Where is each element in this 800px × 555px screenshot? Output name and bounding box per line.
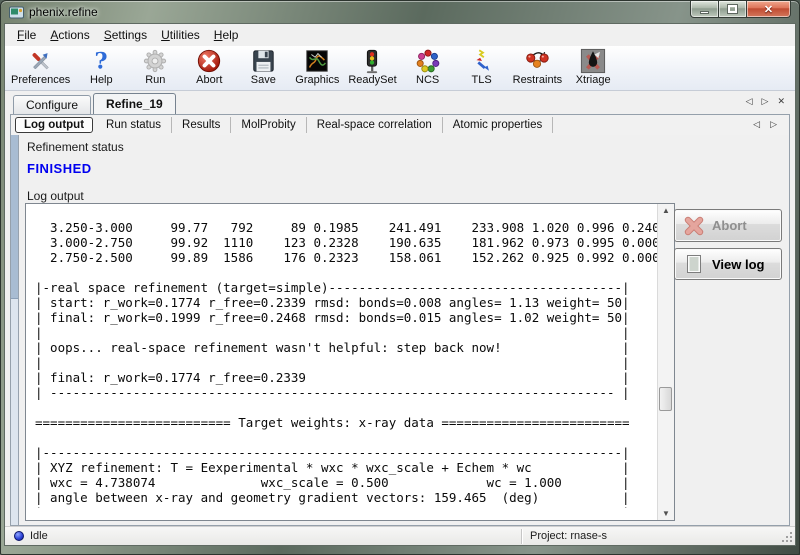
menu-actions[interactable]: Actions bbox=[43, 26, 96, 44]
subtab-real-space-correlation[interactable]: Real-space correlation bbox=[307, 117, 443, 133]
menu-settings[interactable]: Settings bbox=[97, 26, 154, 44]
log-scrollbar-thumb[interactable] bbox=[659, 387, 672, 411]
maximize-icon bbox=[728, 5, 737, 13]
view-log-button-label: View log bbox=[712, 257, 765, 272]
subtab-atomic-properties[interactable]: Atomic properties bbox=[443, 117, 553, 133]
panel-scrollbar-thumb[interactable] bbox=[11, 135, 18, 299]
toolbar-run-label: Run bbox=[145, 74, 165, 86]
toolbar-ncs-button[interactable]: NCS bbox=[401, 48, 455, 86]
scroll-down-icon[interactable]: ▼ bbox=[658, 509, 674, 518]
save-floppy-icon bbox=[250, 48, 276, 74]
readyset-traffic-light-icon bbox=[359, 48, 385, 74]
subtab-run-status[interactable]: Run status bbox=[96, 117, 172, 133]
toolbar-graphics-button[interactable]: Graphics bbox=[290, 48, 344, 86]
svg-text:?: ? bbox=[95, 48, 108, 74]
project-text: Project: rnase-s bbox=[523, 530, 795, 542]
tls-molecule-icon bbox=[469, 48, 495, 74]
run-gear-icon bbox=[142, 48, 168, 74]
close-button[interactable]: ✕ bbox=[746, 1, 791, 18]
log-output-panel: Refinement status FINISHED Log output 3.… bbox=[11, 135, 789, 525]
menu-help[interactable]: Help bbox=[207, 26, 246, 44]
xtriage-drop-icon bbox=[580, 48, 606, 74]
scroll-up-icon[interactable]: ▲ bbox=[658, 206, 674, 215]
toolbar-help-button[interactable]: ?Help bbox=[74, 48, 128, 86]
toolbar-abort-button[interactable]: Abort bbox=[182, 48, 236, 86]
help-question-icon: ? bbox=[88, 48, 114, 74]
abort-red-x-icon bbox=[196, 48, 222, 74]
menu-utilities[interactable]: Utilities bbox=[154, 26, 207, 44]
title-bar[interactable]: phenix.refine ✕ bbox=[1, 1, 799, 23]
toolbar-save-label: Save bbox=[251, 74, 276, 86]
panel-scrollbar[interactable] bbox=[11, 135, 19, 525]
minimize-icon bbox=[700, 11, 709, 14]
resize-grip[interactable] bbox=[782, 532, 792, 542]
minimize-button[interactable] bbox=[690, 1, 719, 18]
toolbar-xtriage-label: Xtriage bbox=[576, 74, 611, 86]
toolbar-abort-label: Abort bbox=[196, 74, 222, 86]
phenix-refine-window: phenix.refine ✕ FileActionsSettingsUtili… bbox=[0, 0, 800, 555]
window-client-area: FileActionsSettingsUtilitiesHelp Prefere… bbox=[4, 23, 796, 546]
subtab-results[interactable]: Results bbox=[172, 117, 231, 133]
status-text: Idle bbox=[30, 530, 48, 542]
toolbar-preferences-label: Preferences bbox=[11, 74, 70, 86]
toolbar-readyset-button[interactable]: ReadySet bbox=[344, 48, 400, 86]
close-icon: ✕ bbox=[764, 3, 773, 16]
subtab-scroll-right-icon[interactable]: ▷ bbox=[770, 119, 777, 130]
toolbar-tls-label: TLS bbox=[472, 74, 492, 86]
ncs-ring-icon bbox=[415, 48, 441, 74]
document-list-icon bbox=[684, 254, 704, 274]
menu-file[interactable]: File bbox=[10, 26, 43, 44]
tab-refine-19[interactable]: Refine_19 bbox=[93, 93, 176, 114]
toolbar-preferences-button[interactable]: Preferences bbox=[7, 48, 74, 86]
menu-bar: FileActionsSettingsUtilitiesHelp bbox=[5, 24, 795, 46]
abort-side-button[interactable]: Abort bbox=[674, 209, 782, 242]
window-title: phenix.refine bbox=[29, 5, 98, 19]
tab-close-icon[interactable]: ✕ bbox=[777, 96, 785, 107]
refine-19-page: Log outputRun statusResultsMolProbityRea… bbox=[10, 114, 790, 526]
restraints-atoms-icon bbox=[524, 48, 550, 74]
main-tab-bar: ConfigureRefine_19 ◁ ▷ ✕ bbox=[5, 93, 795, 114]
toolbar: Preferences?HelpRunAbortSaveGraphicsRead… bbox=[5, 46, 795, 91]
subtab-molprobity[interactable]: MolProbity bbox=[231, 117, 306, 133]
view-log-button[interactable]: View log bbox=[674, 248, 782, 280]
log-output-label: Log output bbox=[27, 189, 84, 203]
refinement-status-label: Refinement status bbox=[27, 140, 124, 154]
toolbar-run-button[interactable]: Run bbox=[128, 48, 182, 86]
tab-scroll-left-icon[interactable]: ◁ bbox=[746, 96, 753, 107]
preferences-tools-icon bbox=[28, 48, 54, 74]
subtab-scroll-left-icon[interactable]: ◁ bbox=[753, 119, 760, 130]
toolbar-restraints-label: Restraints bbox=[513, 74, 563, 86]
toolbar-help-label: Help bbox=[90, 74, 113, 86]
toolbar-restraints-button[interactable]: Restraints bbox=[509, 48, 567, 86]
toolbar-save-button[interactable]: Save bbox=[236, 48, 290, 86]
sub-tab-bar: Log outputRun statusResultsMolProbityRea… bbox=[11, 115, 789, 135]
refinement-status-value: FINISHED bbox=[27, 161, 92, 176]
toolbar-readyset-label: ReadySet bbox=[348, 74, 396, 86]
app-icon bbox=[9, 6, 24, 19]
log-output-text[interactable]: 3.250-3.000 99.77 792 89 0.1985 241.491 … bbox=[26, 217, 657, 508]
log-output-box: 3.250-3.000 99.77 792 89 0.1985 241.491 … bbox=[25, 203, 675, 521]
toolbar-ncs-label: NCS bbox=[416, 74, 439, 86]
status-bar: Idle Project: rnase-s bbox=[5, 526, 795, 545]
abort-side-button-label: Abort bbox=[712, 218, 747, 233]
toolbar-graphics-label: Graphics bbox=[295, 74, 339, 86]
tab-scroll-right-icon[interactable]: ▷ bbox=[762, 96, 769, 107]
abort-x-icon bbox=[684, 216, 704, 236]
toolbar-xtriage-button[interactable]: Xtriage bbox=[566, 48, 620, 86]
tab-configure[interactable]: Configure bbox=[13, 95, 91, 114]
subtab-log-output[interactable]: Log output bbox=[15, 117, 93, 133]
graphics-molecule-icon bbox=[304, 48, 330, 74]
status-dot-icon bbox=[14, 531, 24, 541]
log-scrollbar[interactable]: ▲ ▼ bbox=[657, 204, 674, 520]
toolbar-tls-button[interactable]: TLS bbox=[455, 48, 509, 86]
maximize-button[interactable] bbox=[719, 1, 746, 18]
